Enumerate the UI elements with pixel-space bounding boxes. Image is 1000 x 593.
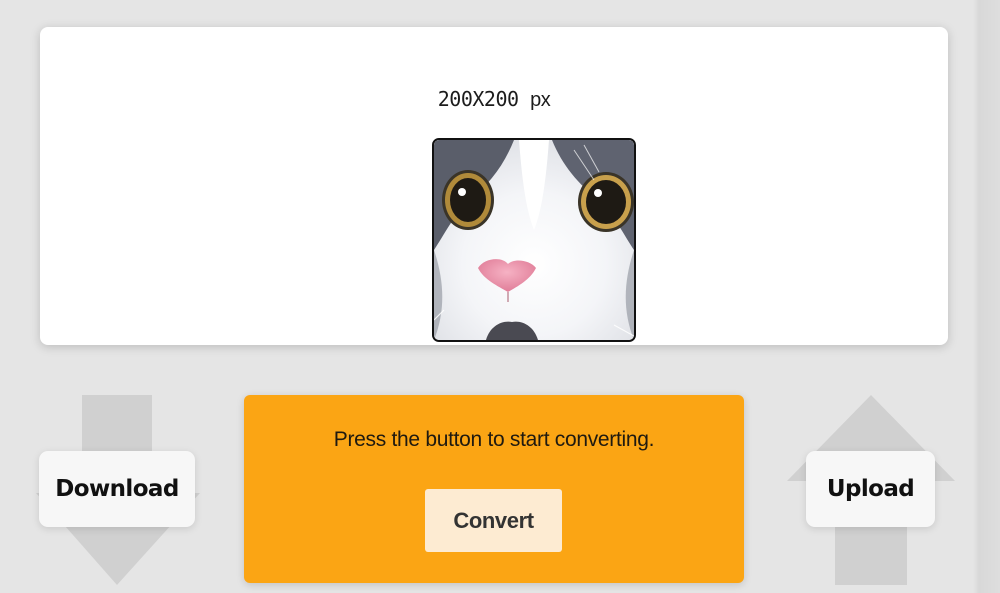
scrollbar-track[interactable]: [973, 0, 1000, 593]
convert-instructions: Press the button to start converting.: [333, 428, 655, 451]
download-button[interactable]: Download: [39, 451, 195, 527]
convert-panel: Press the button to start converting. Co…: [244, 395, 744, 583]
image-size-label: 200X200 px: [40, 87, 948, 112]
image-preview-card: 200X200 px: [40, 27, 948, 345]
image-size-unit: px: [530, 89, 551, 111]
image-size-value: 200X200: [437, 87, 519, 111]
convert-button[interactable]: Convert: [425, 489, 562, 552]
cat-image-preview: [432, 138, 636, 342]
cat-face-picture: [434, 140, 634, 340]
upload-button[interactable]: Upload: [806, 451, 935, 527]
